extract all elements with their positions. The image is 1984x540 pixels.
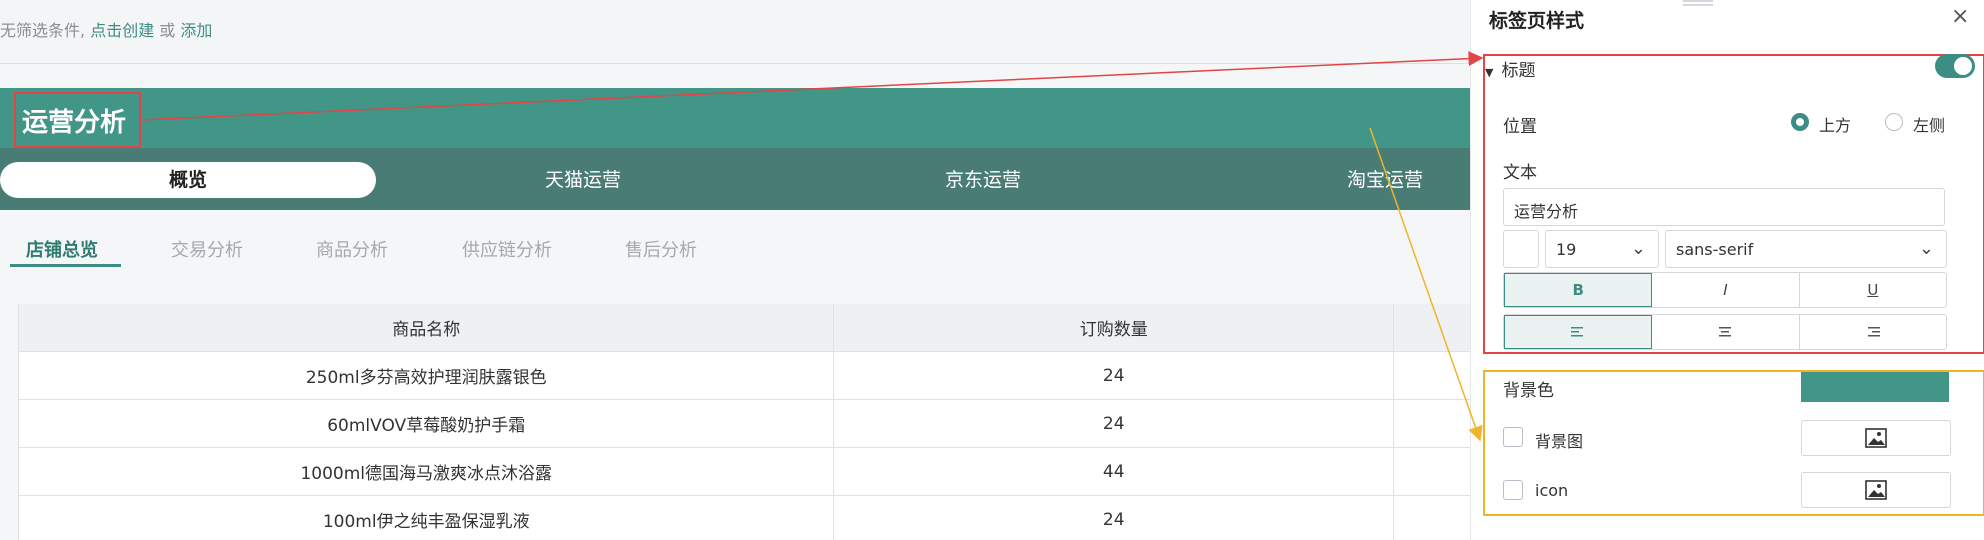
text-align-buttons xyxy=(1503,314,1947,350)
text-label: 文本 xyxy=(1503,163,1537,183)
table-row[interactable]: 60mlVOV草莓酸奶护手霜 24 xyxy=(19,400,1470,448)
chevron-down-icon: ⌄ xyxy=(1918,238,1934,259)
table-cell xyxy=(1394,352,1470,399)
bg-color-swatch[interactable] xyxy=(1801,372,1949,402)
table-cell xyxy=(1394,496,1470,540)
table-row[interactable]: 1000ml德国海马激爽冰点沐浴露 44 xyxy=(19,448,1470,496)
align-center-button[interactable] xyxy=(1652,315,1800,349)
table-cell: 100ml伊之纯丰盈保湿乳液 xyxy=(19,496,835,540)
position-left-label: 左侧 xyxy=(1913,116,1946,135)
title-toggle[interactable] xyxy=(1935,54,1975,78)
table-header-row: 商品名称 订购数量 xyxy=(19,304,1470,352)
add-filter-link[interactable]: 添加 xyxy=(180,21,212,40)
position-top-radio[interactable] xyxy=(1791,113,1809,131)
table-cell xyxy=(1394,448,1470,495)
align-left-icon xyxy=(1571,327,1584,337)
tab-jd[interactable]: 京东运营 xyxy=(878,162,1088,198)
filter-or-text: 或 xyxy=(159,21,176,40)
align-right-icon xyxy=(1867,327,1880,337)
font-color-picker[interactable] xyxy=(1503,230,1539,268)
table-cell: 60mlVOV草莓酸奶护手霜 xyxy=(19,400,835,447)
align-center-icon xyxy=(1719,327,1732,337)
align-right-button[interactable] xyxy=(1800,315,1946,349)
bold-button[interactable]: B xyxy=(1504,273,1653,307)
bg-image-checkbox[interactable] xyxy=(1503,427,1523,447)
table-cell xyxy=(1394,400,1470,447)
table-row[interactable]: 100ml伊之纯丰盈保湿乳液 24 xyxy=(19,496,1470,540)
tab-tmall[interactable]: 天猫运营 xyxy=(478,162,688,198)
font-size-value: 19 xyxy=(1556,240,1577,259)
subtab-store-overview[interactable]: 店铺总览 xyxy=(26,236,98,262)
title-text-input[interactable]: 运营分析 xyxy=(1503,188,1945,226)
subtab-after-sales[interactable]: 售后分析 xyxy=(625,236,697,262)
position-label: 位置 xyxy=(1503,117,1537,137)
column-header-quantity[interactable]: 订购数量 xyxy=(834,304,1395,351)
table-cell: 24 xyxy=(834,400,1395,447)
table-cell: 44 xyxy=(834,448,1395,495)
icon-label: icon xyxy=(1535,481,1569,500)
position-top-label: 上方 xyxy=(1819,116,1852,135)
table-cell: 24 xyxy=(834,496,1395,540)
image-icon xyxy=(1865,480,1887,500)
table-cell: 1000ml德国海马激爽冰点沐浴露 xyxy=(19,448,835,495)
section-title-label: 标题 xyxy=(1501,61,1536,81)
tab-taobao[interactable]: 淘宝运营 xyxy=(1280,162,1490,198)
subtab-supply-chain[interactable]: 供应链分析 xyxy=(462,236,552,262)
column-header-product[interactable]: 商品名称 xyxy=(19,304,835,351)
drag-handle[interactable] xyxy=(1683,0,1713,6)
tab-strip: 概览 天猫运营 京东运营 淘宝运营 xyxy=(0,148,1470,210)
column-header-extra xyxy=(1394,304,1470,351)
table-cell: 24 xyxy=(834,352,1395,399)
chevron-down-icon: ⌄ xyxy=(1630,238,1646,259)
position-left-radio[interactable] xyxy=(1885,113,1903,131)
icon-upload-button[interactable] xyxy=(1801,472,1951,508)
font-size-select[interactable]: 19 ⌄ xyxy=(1545,230,1659,268)
filter-hint-bar: 无筛选条件, 点击创建 或 添加 xyxy=(0,0,1470,64)
underline-button[interactable]: U xyxy=(1800,273,1946,307)
active-subtab-indicator xyxy=(10,264,121,267)
subtab-product[interactable]: 商品分析 xyxy=(316,236,388,262)
align-left-button[interactable] xyxy=(1504,315,1653,349)
data-table: 商品名称 订购数量 250ml多芬高效护理润肤露银色 24 60mlVOV草莓酸… xyxy=(18,304,1470,540)
table-row[interactable]: 250ml多芬高效护理润肤露银色 24 xyxy=(19,352,1470,400)
font-family-value: sans-serif xyxy=(1676,240,1754,259)
page-title[interactable]: 运营分析 xyxy=(14,92,141,148)
font-family-select[interactable]: sans-serif ⌄ xyxy=(1665,230,1947,268)
panel-title: 标签页样式 xyxy=(1489,10,1585,32)
create-filter-link[interactable]: 点击创建 xyxy=(90,21,154,40)
table-cell: 250ml多芬高效护理润肤露银色 xyxy=(19,352,835,399)
tab-style-panel: 标签页样式 × ▼ 标题 位置 上方 左侧 文本 运营分析 19 ⌄ sans-s… xyxy=(1470,0,1984,540)
image-icon xyxy=(1865,428,1887,448)
caret-down-icon: ▼ xyxy=(1485,66,1494,79)
bg-image-label: 背景图 xyxy=(1535,432,1584,451)
bg-image-upload-button[interactable] xyxy=(1801,420,1951,456)
title-section-header[interactable]: ▼ 标题 xyxy=(1485,56,1535,81)
filter-hint-text: 无筛选条件, xyxy=(0,21,86,40)
bg-color-label: 背景色 xyxy=(1503,381,1554,401)
icon-checkbox[interactable] xyxy=(1503,480,1523,500)
italic-button[interactable]: I xyxy=(1652,273,1800,307)
subtab-bar: 店铺总览 交易分析 商品分析 供应链分析 售后分析 xyxy=(0,232,1470,272)
title-band xyxy=(0,88,1470,148)
tab-overview[interactable]: 概览 xyxy=(0,162,376,198)
subtab-trade[interactable]: 交易分析 xyxy=(171,236,243,262)
close-icon[interactable]: × xyxy=(1951,4,1969,29)
text-style-buttons: B I U xyxy=(1503,272,1947,308)
